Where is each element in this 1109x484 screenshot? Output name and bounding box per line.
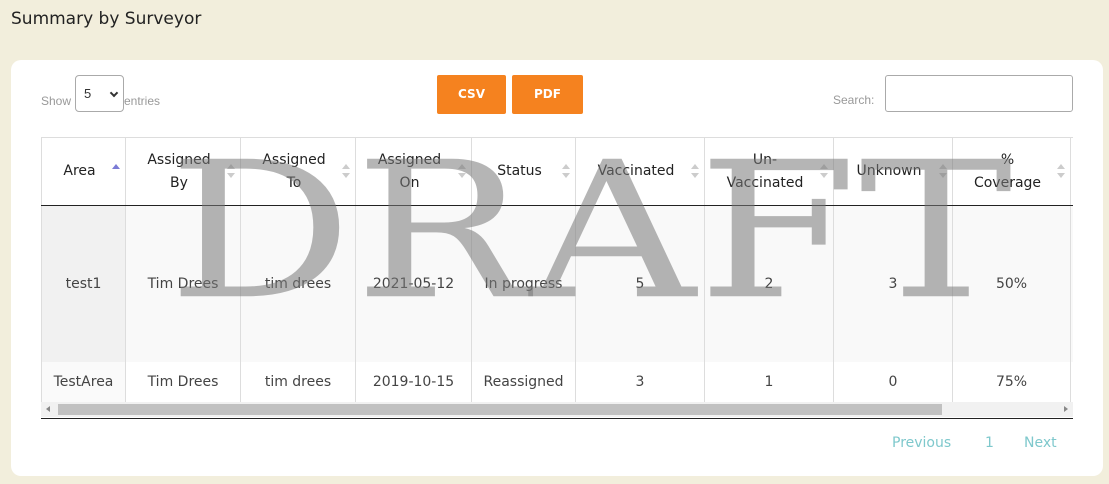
table-cell: 50% bbox=[952, 205, 1071, 362]
table-header-row: Area Assigned By Assigned To Assigned On Status… bbox=[41, 137, 1073, 206]
column-header-label: On bbox=[399, 174, 420, 191]
column-header[interactable]: Assigned By bbox=[125, 137, 241, 206]
horizontal-scrollbar[interactable] bbox=[41, 402, 1073, 417]
scrollbar-thumb[interactable] bbox=[58, 404, 942, 415]
entries-per-page-select[interactable]: 5 bbox=[75, 75, 124, 112]
table-cell: 75% bbox=[952, 361, 1071, 402]
column-header[interactable]: Unknown bbox=[833, 137, 953, 206]
sort-icon bbox=[458, 164, 466, 180]
table-cell: Tim Drees bbox=[125, 205, 241, 362]
column-header[interactable]: Assigned To bbox=[240, 137, 356, 206]
table-cell-overflow bbox=[1070, 205, 1073, 362]
sort-icon bbox=[939, 164, 947, 180]
search-input[interactable] bbox=[885, 75, 1073, 112]
table-cell: tim drees bbox=[240, 361, 356, 402]
column-header-label: Assigned bbox=[147, 151, 211, 168]
table-cell: TestArea bbox=[41, 361, 126, 402]
chevron-down-icon bbox=[109, 88, 119, 98]
column-header[interactable]: Assigned On bbox=[355, 137, 472, 206]
table-row[interactable]: test1 Tim Drees tim drees 2021-05-12 In prog… bbox=[41, 205, 1073, 362]
table-bottom-border bbox=[41, 418, 1073, 419]
column-header-label: Status bbox=[497, 163, 542, 179]
table-cell: 3 bbox=[575, 361, 705, 402]
scroll-right-icon[interactable] bbox=[1064, 406, 1068, 412]
pagination-page-1[interactable]: 1 bbox=[985, 435, 994, 451]
table-cell-overflow bbox=[1070, 361, 1073, 402]
column-header-label: Area bbox=[63, 163, 96, 179]
scroll-left-icon[interactable] bbox=[46, 406, 50, 412]
table-cell: 0 bbox=[833, 361, 953, 402]
summary-card: Show 5 entries CSV PDF Search: Area Assig… bbox=[11, 60, 1103, 476]
column-header-label: % bbox=[1000, 151, 1015, 168]
sort-icon bbox=[820, 164, 828, 180]
pdf-export-button[interactable]: PDF bbox=[512, 75, 583, 114]
surveyor-table: Area Assigned By Assigned To Assigned On Status… bbox=[41, 137, 1073, 402]
sort-icon bbox=[1057, 164, 1065, 180]
column-header[interactable]: Un- Vaccinated bbox=[704, 137, 834, 206]
sort-icon bbox=[562, 164, 570, 180]
page-title: Summary by Surveyor bbox=[11, 9, 202, 29]
column-header-label: Assigned bbox=[377, 151, 442, 168]
table-cell: test1 bbox=[41, 205, 126, 362]
column-header-label: By bbox=[170, 174, 188, 191]
sort-icon bbox=[342, 164, 350, 180]
column-header-label: Vaccinated bbox=[597, 163, 675, 179]
column-header-label: Assigned bbox=[262, 151, 326, 168]
table-row[interactable]: TestArea Tim Drees tim drees 2019-10-15 Reas… bbox=[41, 361, 1073, 402]
table-cell: 2019-10-15 bbox=[355, 361, 472, 402]
sort-icon bbox=[112, 164, 120, 180]
column-header-label: To bbox=[286, 174, 302, 191]
length-prefix: Show bbox=[41, 94, 72, 108]
pagination-previous[interactable]: Previous bbox=[892, 435, 951, 451]
column-header[interactable]: Status bbox=[471, 137, 576, 206]
column-header-label: Coverage bbox=[973, 174, 1042, 191]
column-header-overflow bbox=[1070, 137, 1073, 206]
sort-icon bbox=[227, 164, 235, 180]
sort-icon bbox=[691, 164, 699, 180]
column-header-label: Un- bbox=[752, 151, 778, 168]
column-header[interactable]: % Coverage bbox=[952, 137, 1071, 206]
entries-per-page-value: 5 bbox=[84, 86, 92, 101]
table-cell: 2021-05-12 bbox=[355, 205, 472, 362]
table-cell: In progress bbox=[471, 205, 576, 362]
table-body: test1 Tim Drees tim drees 2021-05-12 In prog… bbox=[41, 205, 1073, 402]
pagination-next[interactable]: Next bbox=[1024, 435, 1057, 451]
search-label: Search: bbox=[833, 93, 875, 107]
csv-export-button[interactable]: CSV bbox=[437, 75, 506, 114]
length-suffix: entries bbox=[124, 94, 161, 108]
table-cell: 5 bbox=[575, 205, 705, 362]
table-cell: 1 bbox=[704, 361, 834, 402]
table-cell: Tim Drees bbox=[125, 361, 241, 402]
column-header-label: Unknown bbox=[856, 163, 922, 179]
data-table-wrapper: Area Assigned By Assigned To Assigned On Status… bbox=[41, 137, 1073, 419]
column-header-label: Vaccinated bbox=[726, 174, 804, 191]
table-cell: Reassigned bbox=[471, 361, 576, 402]
column-header[interactable]: Area bbox=[41, 137, 126, 206]
table-cell: 2 bbox=[704, 205, 834, 362]
column-header[interactable]: Vaccinated bbox=[575, 137, 705, 206]
table-cell: tim drees bbox=[240, 205, 356, 362]
table-cell: 3 bbox=[833, 205, 953, 362]
